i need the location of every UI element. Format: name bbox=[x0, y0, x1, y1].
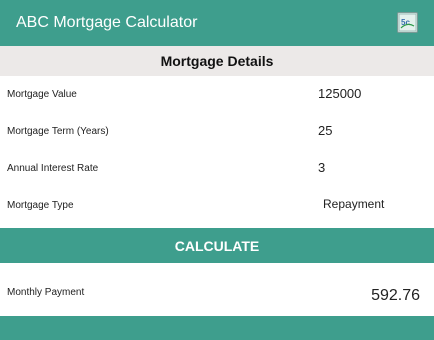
mortgage-term-input[interactable]: 25 bbox=[318, 123, 332, 138]
interest-rate-row: Annual Interest Rate 3 bbox=[0, 150, 434, 187]
app-bar: ABC Mortgage Calculator 5c bbox=[0, 0, 434, 46]
mortgage-value-input[interactable]: 125000 bbox=[318, 86, 361, 101]
section-header: Mortgage Details bbox=[0, 46, 434, 76]
app-title: ABC Mortgage Calculator bbox=[16, 14, 198, 31]
mortgage-type-select[interactable]: Repayment bbox=[323, 197, 384, 211]
bottom-bar bbox=[0, 316, 434, 340]
interest-rate-label: Annual Interest Rate bbox=[7, 163, 99, 174]
monthly-payment-value: 592.76 bbox=[371, 287, 420, 304]
calculator-icon[interactable]: 5c bbox=[397, 12, 418, 33]
mortgage-type-label: Mortgage Type bbox=[7, 200, 74, 211]
svg-text:5c: 5c bbox=[401, 18, 410, 27]
mortgage-term-row: Mortgage Term (Years) 25 bbox=[0, 113, 434, 150]
mortgage-value-row: Mortgage Value 125000 bbox=[0, 76, 434, 113]
monthly-payment-row: Monthly Payment 592.76 bbox=[0, 271, 434, 315]
mortgage-term-label: Mortgage Term (Years) bbox=[7, 126, 109, 137]
interest-rate-input[interactable]: 3 bbox=[318, 160, 325, 175]
mortgage-calculator-app: ABC Mortgage Calculator 5c Mortgage Deta… bbox=[0, 0, 434, 340]
calculate-button[interactable]: CALCULATE bbox=[0, 228, 434, 263]
mortgage-value-label: Mortgage Value bbox=[7, 89, 77, 100]
mortgage-type-row: Mortgage Type Repayment bbox=[0, 187, 434, 224]
section-title: Mortgage Details bbox=[160, 53, 274, 69]
monthly-payment-label: Monthly Payment bbox=[7, 287, 85, 298]
